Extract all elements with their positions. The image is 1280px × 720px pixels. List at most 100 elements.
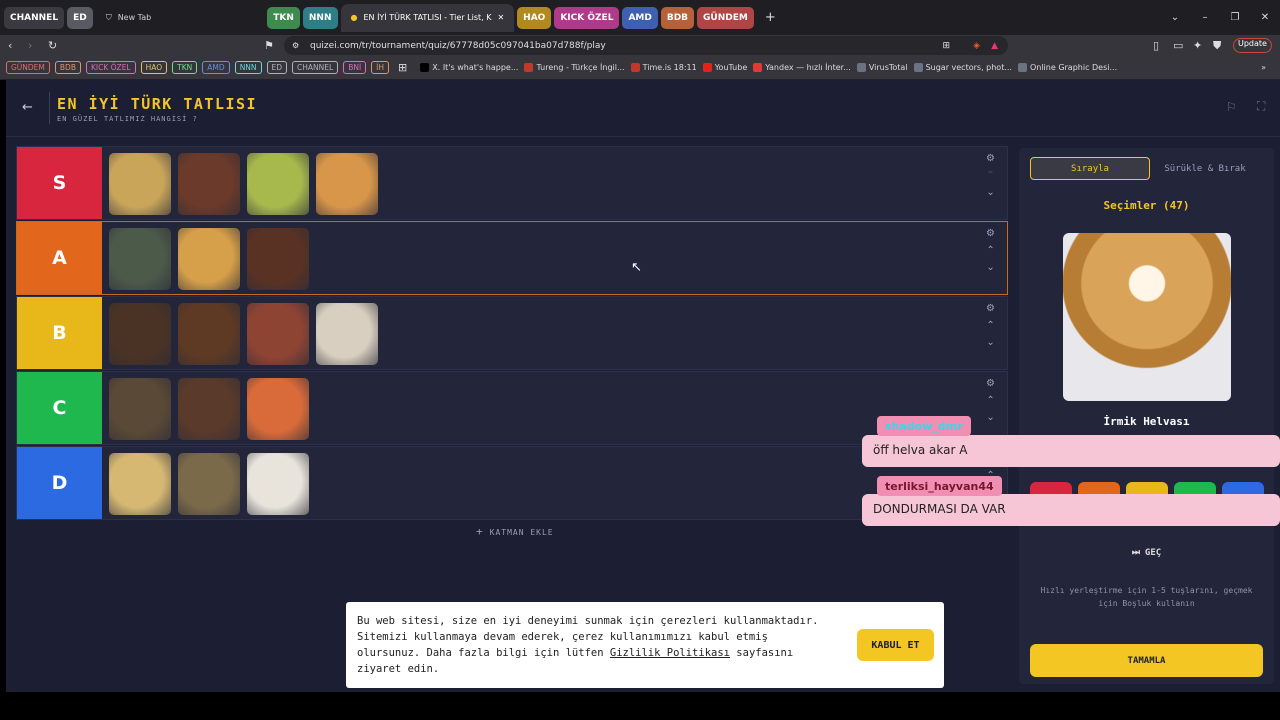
chevron-down-icon[interactable]: ⌄ bbox=[986, 187, 994, 198]
skip-button[interactable]: ⏭ GEÇ bbox=[1019, 548, 1274, 558]
vpn-icon[interactable]: ⛊ bbox=[1213, 39, 1221, 53]
brave-shield-icon[interactable]: ◈ bbox=[973, 41, 980, 51]
dessert-thumbnail[interactable] bbox=[109, 153, 171, 215]
dessert-thumbnail[interactable] bbox=[316, 153, 378, 215]
dessert-thumbnail[interactable] bbox=[109, 303, 171, 365]
tab-group-bdb[interactable]: BDB bbox=[660, 6, 695, 29]
dessert-thumbnail[interactable] bbox=[178, 303, 240, 365]
bookmark-item[interactable]: VirusTotal bbox=[856, 63, 908, 72]
bookmark-item[interactable]: Time.is 18:11 bbox=[630, 63, 697, 72]
back-arrow-icon[interactable]: ← bbox=[22, 100, 33, 115]
bookmark-group[interactable]: KICK ÖZEL bbox=[85, 61, 136, 74]
wallet-icon[interactable]: ▭ bbox=[1173, 39, 1183, 52]
dessert-thumbnail[interactable] bbox=[247, 153, 309, 215]
minimize-icon[interactable]: – bbox=[1190, 12, 1220, 23]
favicon-icon bbox=[1017, 63, 1027, 72]
update-button[interactable]: Update bbox=[1233, 38, 1272, 53]
add-layer-button[interactable]: + KATMAN EKLE bbox=[476, 525, 554, 538]
bookmark-page-icon[interactable]: ⚑ bbox=[264, 39, 274, 52]
bookmark-group[interactable]: NNN bbox=[234, 61, 262, 74]
bookmark-item[interactable]: Yandex — hızlı İnter... bbox=[753, 63, 851, 72]
url-field[interactable]: ⚙ quizei.com/tr/tournament/quiz/67778d05… bbox=[284, 36, 1008, 55]
bookmark-group[interactable]: TKN bbox=[172, 61, 198, 74]
chevron-up-icon[interactable]: ⌃ bbox=[986, 320, 994, 331]
reload-icon[interactable]: ↻ bbox=[48, 39, 68, 52]
bookmark-group[interactable]: ED bbox=[266, 61, 288, 74]
finish-button[interactable]: TAMAMLA bbox=[1030, 644, 1263, 677]
tier-label[interactable]: S bbox=[17, 147, 102, 219]
back-icon[interactable]: ‹ bbox=[8, 39, 28, 52]
tier-label[interactable]: B bbox=[17, 297, 102, 369]
dessert-thumbnail[interactable] bbox=[247, 378, 309, 440]
bookmark-group[interactable]: CHANNEL bbox=[292, 61, 339, 74]
gear-icon[interactable]: ⚙ bbox=[986, 228, 995, 239]
sidebar-toggle-icon[interactable]: ▯ bbox=[1153, 39, 1159, 52]
tab-new-tab[interactable]: ⛉ New Tab bbox=[96, 4, 162, 32]
tab-active[interactable]: ● EN İYİ TÜRK TATLISI - Tier List, K ✕ bbox=[340, 3, 515, 32]
dessert-thumbnail[interactable] bbox=[109, 378, 171, 440]
chevron-down-icon[interactable]: ⌄ bbox=[986, 262, 994, 273]
apps-grid-icon[interactable]: ⊞ bbox=[398, 61, 407, 74]
bookmark-label: Online Graphic Desi... bbox=[1029, 63, 1118, 72]
bookmark-item[interactable]: Tureng - Türkçe İngil... bbox=[524, 63, 625, 72]
gear-icon[interactable]: ⚙ bbox=[986, 303, 995, 314]
bookmark-item[interactable]: Online Graphic Desi... bbox=[1017, 63, 1118, 72]
tab-group-nnn[interactable]: NNN bbox=[302, 6, 338, 29]
bookmark-group[interactable]: AMD bbox=[202, 61, 230, 74]
maximize-icon[interactable]: ❐ bbox=[1220, 12, 1250, 23]
tier-label[interactable]: C bbox=[17, 372, 102, 444]
tab-group-channel[interactable]: CHANNEL bbox=[4, 6, 65, 29]
tab-groups-left: CHANNEL ED bbox=[4, 6, 93, 29]
bookmark-group[interactable]: BDB bbox=[54, 61, 81, 74]
chevron-down-icon[interactable]: ⌄ bbox=[986, 412, 994, 423]
mode-sequential-button[interactable]: Sırayla bbox=[1030, 157, 1150, 180]
more-bookmarks-icon[interactable]: » bbox=[1261, 63, 1266, 72]
dessert-thumbnail[interactable] bbox=[247, 303, 309, 365]
privacy-policy-link[interactable]: Gizlilik Politikası bbox=[610, 647, 730, 659]
dessert-thumbnail[interactable] bbox=[178, 228, 240, 290]
tab-group-amd[interactable]: AMD bbox=[622, 6, 658, 29]
tier-items bbox=[102, 372, 316, 444]
chevron-down-icon[interactable]: ⌄ bbox=[986, 337, 994, 348]
brave-rewards-icon[interactable]: ▲ bbox=[991, 41, 998, 51]
bookmark-group[interactable]: BNİ bbox=[343, 61, 367, 74]
dessert-thumbnail[interactable] bbox=[109, 228, 171, 290]
close-window-icon[interactable]: ✕ bbox=[1250, 12, 1280, 23]
dessert-thumbnail[interactable] bbox=[109, 453, 171, 515]
dessert-thumbnail[interactable] bbox=[247, 453, 309, 515]
flag-icon[interactable]: ⚐ bbox=[1226, 100, 1237, 114]
tab-group-gündem[interactable]: GÜNDEM bbox=[697, 6, 754, 29]
chevron-up-icon[interactable]: ⌃ bbox=[986, 395, 994, 406]
translate-icon[interactable]: ⊞ bbox=[942, 41, 950, 51]
tab-group-hao[interactable]: HAO bbox=[517, 6, 552, 29]
tab-group-tkn[interactable]: TKN bbox=[267, 6, 300, 29]
tier-label[interactable]: D bbox=[17, 447, 102, 519]
tab-search-chevron-icon[interactable]: ⌄ bbox=[1160, 12, 1190, 23]
bookmark-group[interactable]: GÜNDEM bbox=[6, 61, 50, 74]
bookmark-item[interactable]: YouTube bbox=[702, 63, 747, 72]
tab-group-ed[interactable]: ED bbox=[67, 6, 93, 29]
bookmark-group[interactable]: HAO bbox=[140, 61, 168, 74]
dessert-thumbnail[interactable] bbox=[178, 153, 240, 215]
chevron-up-icon[interactable]: ⌃ bbox=[986, 170, 994, 181]
bookmark-item[interactable]: Sugar vectors, phot... bbox=[913, 63, 1012, 72]
close-tab-icon[interactable]: ✕ bbox=[497, 13, 504, 22]
dessert-thumbnail[interactable] bbox=[178, 378, 240, 440]
fullscreen-icon[interactable]: ⛶ bbox=[1257, 99, 1265, 114]
dessert-thumbnail[interactable] bbox=[247, 228, 309, 290]
gear-icon[interactable]: ⚙ bbox=[986, 378, 995, 389]
tier-label[interactable]: A bbox=[17, 222, 102, 294]
tab-group-kick-özel[interactable]: KICK ÖZEL bbox=[554, 6, 620, 29]
mode-drag-button[interactable]: Sürükle & Bırak bbox=[1145, 157, 1265, 180]
bookmark-item[interactable]: X. It's what's happe... bbox=[420, 63, 518, 72]
gear-icon[interactable]: ⚙ bbox=[986, 153, 995, 164]
site-info-icon[interactable]: ⚙ bbox=[292, 41, 299, 50]
forward-icon[interactable]: › bbox=[28, 39, 48, 52]
chevron-up-icon[interactable]: ⌃ bbox=[986, 245, 994, 256]
dessert-thumbnail[interactable] bbox=[178, 453, 240, 515]
accept-cookies-button[interactable]: KABUL ET bbox=[857, 629, 934, 661]
new-tab-plus-icon[interactable]: + bbox=[765, 10, 776, 25]
dessert-thumbnail[interactable] bbox=[316, 303, 378, 365]
extensions-icon[interactable]: ✦ bbox=[1193, 39, 1202, 52]
bookmark-group[interactable]: İH bbox=[371, 61, 390, 74]
